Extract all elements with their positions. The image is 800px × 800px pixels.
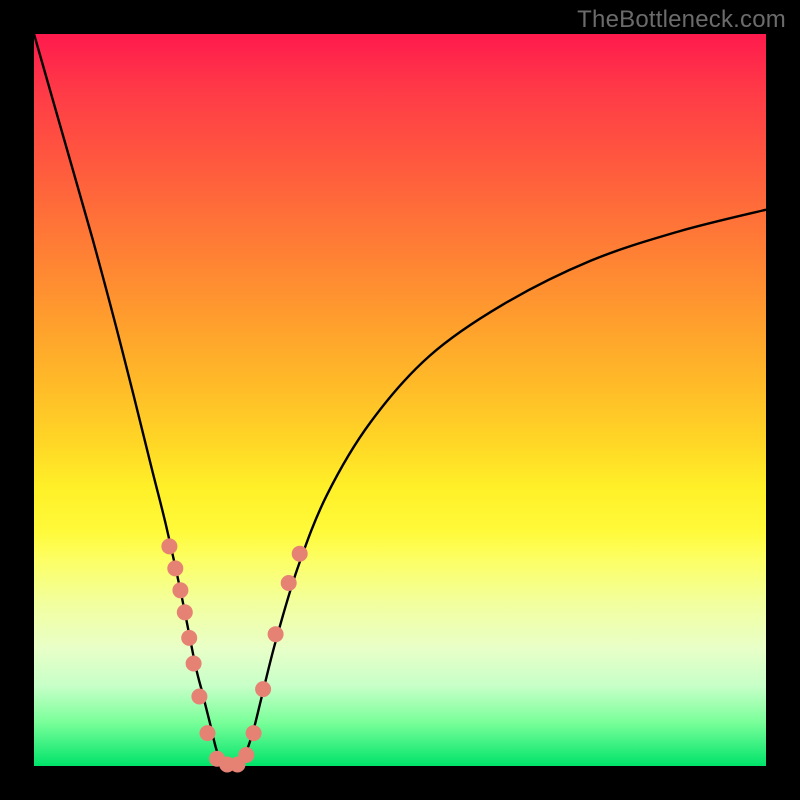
- sample-point: [255, 681, 271, 697]
- watermark-label: TheBottleneck.com: [577, 6, 786, 34]
- sample-point: [172, 582, 188, 598]
- sample-point: [181, 630, 197, 646]
- sample-points-layer: [34, 34, 766, 766]
- sample-point: [200, 725, 216, 741]
- sample-point: [238, 747, 254, 763]
- sample-point: [161, 538, 177, 554]
- sample-point: [268, 626, 284, 642]
- sample-point: [167, 560, 183, 576]
- sample-point: [292, 546, 308, 562]
- sample-point: [191, 689, 207, 705]
- sample-point: [281, 575, 297, 591]
- sample-point: [177, 604, 193, 620]
- sample-point: [186, 656, 202, 672]
- chart-frame: TheBottleneck.com: [0, 0, 800, 800]
- chart-plot-area: [34, 34, 766, 766]
- sample-point: [246, 725, 262, 741]
